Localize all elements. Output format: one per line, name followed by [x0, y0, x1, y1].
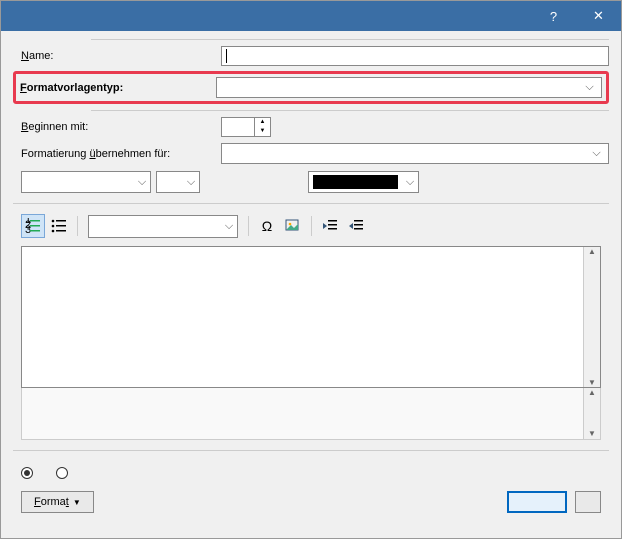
only-this-document-radio[interactable]: [21, 467, 38, 479]
numbered-list-button[interactable]: 123: [21, 214, 45, 238]
chevron-down-icon: ⌵: [402, 176, 418, 189]
chevron-down-icon: ⌵: [582, 78, 597, 97]
cancel-button[interactable]: [575, 491, 601, 513]
close-button[interactable]: ✕: [576, 1, 621, 31]
chevron-down-icon: ⌵: [183, 176, 199, 189]
italic-button[interactable]: [243, 171, 265, 193]
chevron-down-icon: ⌵: [221, 220, 237, 233]
help-button[interactable]: ?: [531, 1, 576, 31]
list-toolbar: 123 ⌵ Ω: [21, 214, 601, 238]
create-style-dialog: ? ✕ Name: Formatvorlagentyp: ⌵ Beginnen …: [0, 0, 622, 539]
preview-scrollbar[interactable]: ▲▼: [583, 247, 600, 387]
preview-pane: ▲▼: [21, 246, 601, 388]
start-at-label: Beginnen mit:: [21, 121, 221, 133]
description-pane: ▲▼: [21, 388, 601, 440]
number-format-combo[interactable]: ⌵: [88, 215, 238, 238]
new-documents-radio[interactable]: [56, 467, 73, 479]
color-swatch: [313, 175, 398, 189]
svg-text:3: 3: [25, 224, 31, 234]
apply-to-label: Formatierung übernehmen für:: [21, 148, 221, 160]
increase-indent-button[interactable]: [344, 214, 368, 238]
ok-button[interactable]: [507, 491, 567, 513]
titlebar: ? ✕: [1, 1, 621, 31]
style-type-row: Formatvorlagentyp: ⌵: [13, 71, 609, 104]
decrease-indent-button[interactable]: [318, 214, 342, 238]
symbol-button[interactable]: Ω: [255, 214, 279, 238]
chevron-down-icon: ⌵: [134, 176, 150, 189]
name-label: Name:: [21, 50, 221, 62]
bold-button[interactable]: [216, 171, 238, 193]
name-input[interactable]: [221, 46, 609, 66]
underline-button[interactable]: [270, 171, 292, 193]
insert-picture-button[interactable]: [281, 214, 305, 238]
chevron-down-icon: ⌵: [589, 144, 604, 163]
font-color-combo[interactable]: ⌵: [308, 171, 419, 193]
start-at-spinner[interactable]: ▲▼: [221, 117, 271, 137]
format-menu-button[interactable]: Format▼: [21, 491, 94, 513]
style-type-combo[interactable]: ⌵: [216, 77, 602, 98]
apply-to-combo[interactable]: ⌵: [221, 143, 609, 164]
style-type-label: Formatvorlagentyp:: [20, 82, 216, 94]
desc-scrollbar[interactable]: ▲▼: [583, 388, 600, 439]
spinner-buttons[interactable]: ▲▼: [254, 118, 270, 136]
font-size-combo[interactable]: ⌵: [156, 171, 200, 193]
bullet-list-button[interactable]: [47, 214, 71, 238]
font-family-combo[interactable]: ⌵: [21, 171, 151, 193]
